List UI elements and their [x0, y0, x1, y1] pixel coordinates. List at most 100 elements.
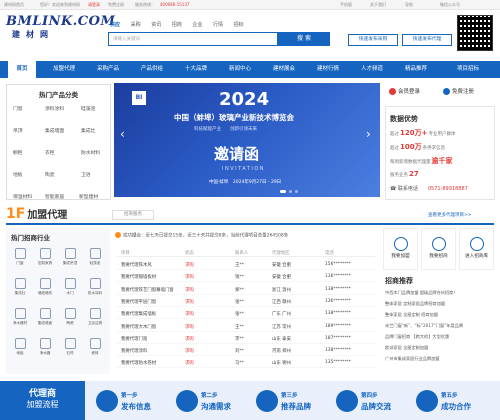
free-register-button[interactable]: 免费注册	[443, 87, 474, 95]
table-row[interactable]: 我要代理铁艺门窗幕墙门窗 求购 郑** 浙江 温州 138********	[117, 284, 375, 295]
nav-news[interactable]: 新闻中心	[220, 61, 260, 78]
recommend-item[interactable]: 品牌门窗招商 【跨大的】大型优惠	[385, 334, 449, 340]
product-item[interactable]: 橱柜	[13, 149, 23, 156]
mobile-link[interactable]: 手机版	[340, 2, 352, 8]
row-region: 浙江 温州	[272, 287, 291, 293]
nav-expo[interactable]: 建材展会	[264, 61, 304, 78]
search-tab-company[interactable]: 企业	[192, 21, 202, 28]
search-tab-news[interactable]: 资讯	[151, 21, 161, 28]
industry-item[interactable]: 陶瓷	[58, 308, 82, 326]
table-row[interactable]: 我要代理涂料 求购 刘** 河南 郑州 138********	[117, 345, 375, 357]
product-item[interactable]: 卫浴	[81, 171, 91, 178]
industry-item[interactable]: 定制家具	[33, 248, 57, 266]
row-status: 求购	[185, 275, 194, 281]
product-item[interactable]: 门窗	[13, 105, 23, 112]
product-item[interactable]: 吊顶	[13, 127, 23, 134]
carousel-dot[interactable]	[295, 190, 298, 193]
invest-button[interactable]: 我要招商	[421, 228, 456, 270]
row-contact: 张**	[235, 299, 244, 305]
industry-item[interactable]: 门窗	[8, 248, 32, 266]
nav-purchase[interactable]: 采购产品	[88, 61, 128, 78]
search-tab-tender[interactable]: 招标	[234, 21, 244, 28]
recommend-item[interactable]: 中西木门品牌加盟 超级品牌合伙招商！	[385, 290, 458, 296]
nav-talent[interactable]: 人才频道	[352, 61, 392, 78]
nav-top-brands[interactable]: 十大品牌	[176, 61, 216, 78]
about-link[interactable]: 关于我们	[370, 2, 386, 8]
home-link[interactable]: 建材网首页	[4, 2, 24, 8]
row-status: 求购	[185, 263, 194, 268]
recommend-item[interactable]: 广州市集成家居行业品牌加盟	[385, 356, 439, 362]
product-item[interactable]: 涂料涂料	[45, 105, 64, 112]
register-link[interactable]: 免费注册	[108, 2, 124, 8]
industry-item[interactable]: 集成墙面	[33, 308, 57, 326]
industry-item[interactable]: 净水器	[33, 338, 57, 356]
industry-item[interactable]: 木门	[58, 278, 82, 296]
nav-market[interactable]: 建材行情	[308, 61, 348, 78]
table-row[interactable]: 我要代理集成墙板 求购 张** 广东 广州 138********	[117, 308, 375, 320]
floor-number: 1F	[6, 206, 26, 222]
nav-tender[interactable]: 项目招标	[448, 61, 488, 78]
industry-item[interactable]: 硅藻泥	[83, 248, 107, 266]
chevron-right-icon[interactable]: ›	[366, 127, 371, 141]
product-item[interactable]: 陶瓷	[45, 171, 55, 178]
site-logo[interactable]: BMLINK.COM 建材网	[6, 14, 115, 52]
more-agent-link[interactable]: 查看更多代理项目>>	[428, 212, 472, 218]
publish-agent-button[interactable]: 快速发布代理	[402, 34, 452, 46]
product-item[interactable]: 智能家居	[45, 193, 64, 200]
product-item[interactable]: 衣柜	[45, 149, 55, 156]
industry-item[interactable]: 石材	[58, 338, 82, 356]
nav-featured[interactable]: 精品推荐	[396, 61, 436, 78]
search-input[interactable]: 请输入关键词	[108, 32, 278, 46]
member-login-button[interactable]: 会员登录	[389, 87, 420, 95]
industry-item[interactable]: 墙纸墙布	[33, 278, 57, 296]
product-item[interactable]: 集成墙面	[45, 127, 64, 134]
recommend-item[interactable]: 欧派家居 全屋定制加盟	[385, 345, 428, 351]
free-register-label: 免费注册	[452, 89, 475, 95]
contact-phone: ☎ 联系电话 0571-89918887	[390, 186, 468, 192]
product-item[interactable]: 防水材料	[81, 149, 100, 156]
industry-item[interactable]: 瓷砖	[83, 338, 107, 356]
industry-item[interactable]: 卫浴洁具	[83, 308, 107, 326]
table-row[interactable]: 我要代理门窗 求购 李** 山东 泰安 187********	[117, 333, 375, 344]
recommend-item[interactable]: 整体家居 全屋定制 招商加盟	[385, 312, 438, 318]
wechat-link[interactable]: 微信公众号	[440, 2, 460, 8]
product-item[interactable]: 硅藻泥	[81, 105, 95, 112]
table-row[interactable]: 我要代理防水卷材 求购 马** 山东 德州 135********	[117, 357, 375, 369]
chevron-left-icon[interactable]: ‹	[120, 127, 125, 141]
recommend-item[interactable]: 米兰门窗“新”、“标”2017“门窗”年度品牌	[385, 323, 463, 329]
product-item[interactable]: 新型建材	[79, 193, 98, 200]
product-item[interactable]: 集成灶	[81, 127, 95, 134]
publish-purchase-button[interactable]: 快速发布采购	[348, 34, 398, 46]
table-row[interactable]: 我要代理铁木风 求购 王** 安徽 合肥 156********	[117, 259, 375, 270]
table-row[interactable]: 我要代理隔墙板材 求购 钱** 安徽 合肥 136********	[117, 271, 375, 283]
invest-library-button[interactable]: 进入招商库	[459, 228, 494, 270]
recommend-item[interactable]: 整体家居 定制家居品牌招商加盟	[385, 301, 445, 307]
nav-link[interactable]: 导航	[405, 2, 413, 8]
carousel-dot[interactable]	[280, 190, 286, 193]
nav-home[interactable]: 首页	[8, 61, 36, 78]
section-tab-invest[interactable]: 招商服务	[112, 210, 154, 220]
expo-banner[interactable]: BI 2024 中国（蚌埠）玻璃产业新技术博览会 科技赋能产业 创新引领未来 邀…	[114, 83, 380, 197]
search-tab-supply[interactable]: 供应	[110, 21, 120, 28]
join-button[interactable]: 我要加盟	[383, 228, 418, 270]
industry-item[interactable]: 防水涂料	[83, 278, 107, 296]
industry-item[interactable]: 集成灶	[8, 278, 32, 296]
search-tab-price[interactable]: 行情	[213, 21, 223, 28]
row-status: 求购	[185, 287, 194, 293]
product-item[interactable]: 地板	[13, 171, 23, 178]
nav-agent[interactable]: 加盟代理	[44, 61, 84, 78]
login-link[interactable]: 请登录	[88, 2, 100, 8]
ceiling-icon	[64, 248, 76, 259]
product-item[interactable]: 保温材料	[13, 193, 32, 200]
industry-item[interactable]: 地板	[8, 338, 32, 356]
industry-item[interactable]: 净水器材	[8, 308, 32, 326]
search-tab-invest[interactable]: 招商	[172, 21, 182, 28]
nav-supply[interactable]: 产品供给	[132, 61, 172, 78]
table-row[interactable]: 我要代理平层门窗 求购 张** 江西 赣州 136********	[117, 296, 375, 307]
table-row[interactable]: 我要代理大木门窗 求购 王** 江苏 常州 189********	[117, 321, 375, 332]
invest-icon	[431, 237, 446, 251]
carousel-dot[interactable]	[289, 190, 292, 193]
search-button[interactable]: 搜 索	[278, 32, 330, 46]
search-tab-purchase[interactable]: 采购	[131, 21, 141, 28]
industry-item[interactable]: 集成吊顶	[58, 248, 82, 266]
